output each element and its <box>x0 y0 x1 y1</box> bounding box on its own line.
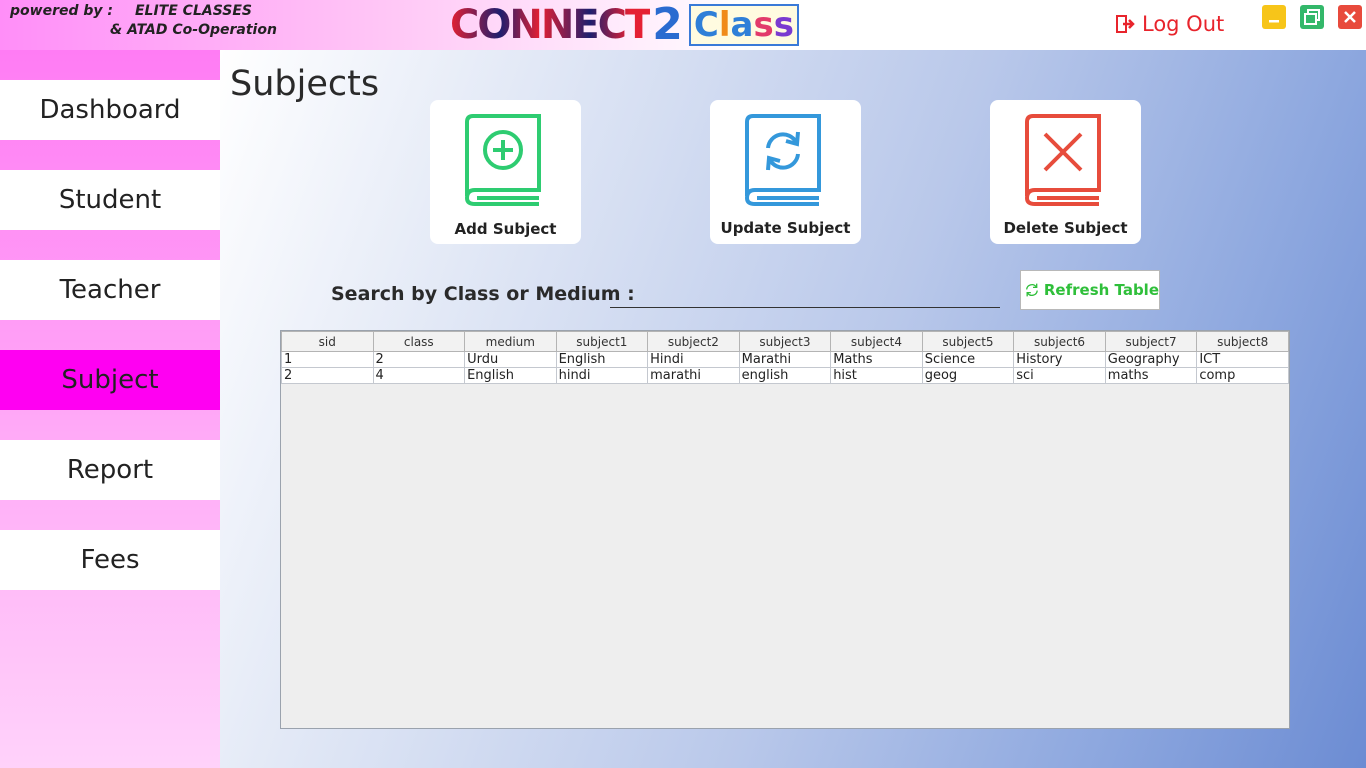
column-header-subject6[interactable]: subject6 <box>1013 331 1106 352</box>
table-cell[interactable]: Geography <box>1104 351 1198 368</box>
maximize-button[interactable] <box>1300 5 1324 29</box>
maximize-icon <box>1304 9 1320 25</box>
logo-class-box: Class <box>688 4 799 46</box>
app-logo: CONNECT 2 Class <box>450 2 799 48</box>
table-cell[interactable]: Marathi <box>738 351 832 368</box>
table-cell[interactable]: Hindi <box>647 351 740 368</box>
table-cell[interactable]: marathi <box>647 367 740 384</box>
column-header-subject8[interactable]: subject8 <box>1196 331 1289 352</box>
sidebar: Dashboard Student Teacher Subject Report… <box>0 50 220 768</box>
cooperation-text: & ATAD Co-Operation <box>110 22 277 38</box>
add-subject-button[interactable]: Add Subject <box>430 100 581 244</box>
table-header-row: sid class medium subject1 subject2 subje… <box>281 331 1289 352</box>
table-row[interactable]: 1 2 Urdu English Hindi Marathi Maths Sci… <box>281 351 1289 368</box>
logout-label: Log Out <box>1142 12 1225 36</box>
table-cell[interactable]: 2 <box>372 351 466 368</box>
column-header-subject5[interactable]: subject5 <box>921 331 1015 352</box>
logout-button[interactable]: Log Out <box>1114 12 1224 36</box>
sidebar-item-subject[interactable]: Subject <box>0 350 220 410</box>
table-cell[interactable]: sci <box>1013 367 1106 384</box>
table-cell[interactable]: 1 <box>281 351 374 368</box>
refresh-table-label: Refresh Table <box>1043 281 1159 299</box>
logo-two: 2 <box>652 0 683 50</box>
table-cell[interactable]: english <box>738 367 832 384</box>
table-cell[interactable]: maths <box>1104 367 1198 384</box>
sidebar-item-fees[interactable]: Fees <box>0 530 220 590</box>
update-subject-label: Update Subject <box>720 219 851 237</box>
table-cell[interactable]: comp <box>1196 367 1289 384</box>
column-header-subject4[interactable]: subject4 <box>830 331 923 352</box>
table-cell[interactable]: Science <box>921 351 1015 368</box>
close-icon <box>1344 11 1356 23</box>
search-input[interactable] <box>610 286 1000 308</box>
sidebar-item-teacher[interactable]: Teacher <box>0 260 220 320</box>
main-content: Subjects Add Subject Update Subject Dele… <box>220 50 1366 768</box>
column-header-subject2[interactable]: subject2 <box>647 331 740 352</box>
table-cell[interactable]: English <box>555 351 649 368</box>
delete-subject-button[interactable]: Delete Subject <box>990 100 1141 244</box>
table-cell[interactable]: Maths <box>830 351 923 368</box>
minimize-button[interactable] <box>1262 5 1286 29</box>
book-delete-icon <box>1024 114 1101 206</box>
subjects-table[interactable]: sid class medium subject1 subject2 subje… <box>280 330 1290 729</box>
book-refresh-icon <box>744 114 821 206</box>
update-subject-button[interactable]: Update Subject <box>710 100 861 244</box>
minimize-icon <box>1269 20 1279 23</box>
table-cell[interactable]: 4 <box>372 367 466 384</box>
sidebar-item-dashboard[interactable]: Dashboard <box>0 80 220 140</box>
table-cell[interactable]: ICT <box>1196 351 1289 368</box>
book-add-icon <box>464 114 541 206</box>
column-header-subject7[interactable]: subject7 <box>1104 331 1198 352</box>
header-bar: powered by : ELITE CLASSES & ATAD Co-Oper… <box>0 0 1366 50</box>
search-label: Search by Class or Medium : <box>331 283 635 305</box>
refresh-icon <box>1025 283 1038 297</box>
sidebar-item-report[interactable]: Report <box>0 440 220 500</box>
column-header-subject3[interactable]: subject3 <box>738 331 832 352</box>
sidebar-item-student[interactable]: Student <box>0 170 220 230</box>
powered-by-label: powered by : <box>10 3 113 19</box>
table-cell[interactable]: History <box>1013 351 1106 368</box>
close-button[interactable] <box>1338 5 1362 29</box>
table-cell[interactable]: geog <box>921 367 1015 384</box>
table-cell[interactable]: hist <box>830 367 923 384</box>
table-row[interactable]: 2 4 English hindi marathi english hist g… <box>281 367 1289 384</box>
column-header-class[interactable]: class <box>372 331 466 352</box>
logo-connect: CONNECT <box>450 2 652 48</box>
column-header-sid[interactable]: sid <box>281 331 374 352</box>
page-title: Subjects <box>230 64 380 104</box>
table-cell[interactable]: 2 <box>281 367 374 384</box>
refresh-table-button[interactable]: Refresh Table <box>1020 270 1160 310</box>
powered-by-org: ELITE CLASSES <box>134 3 253 19</box>
logout-door-icon <box>1116 15 1135 33</box>
add-subject-label: Add Subject <box>454 220 557 238</box>
table-cell[interactable]: hindi <box>555 367 649 384</box>
column-header-medium[interactable]: medium <box>464 331 557 352</box>
table-cell[interactable]: Urdu <box>464 351 557 368</box>
column-header-subject1[interactable]: subject1 <box>555 331 649 352</box>
powered-by: powered by : ELITE CLASSES & ATAD Co-Oper… <box>10 3 277 38</box>
table-cell[interactable]: English <box>464 367 557 384</box>
delete-subject-label: Delete Subject <box>1003 219 1128 237</box>
